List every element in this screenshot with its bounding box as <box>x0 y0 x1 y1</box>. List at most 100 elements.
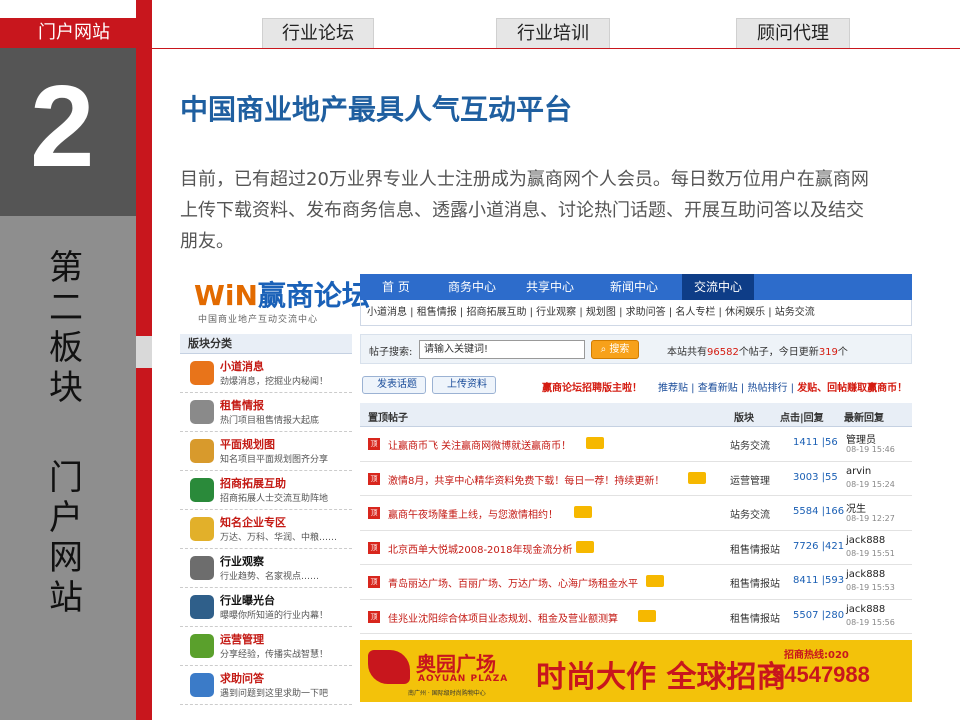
last-reply-time: 08-19 15:46 <box>846 445 895 454</box>
new-badge-icon <box>576 540 594 553</box>
new-badge-icon <box>586 437 604 449</box>
moderator-recruit-link[interactable]: 赢商论坛招聘版主啦！ <box>542 379 642 394</box>
forum-sub-nav[interactable]: 小道消息 | 租售情报 | 招商拓展互助 | 行业观察 | 规划图 | 求助问答… <box>360 300 912 326</box>
board-title[interactable]: 求助问答 <box>220 670 264 686</box>
sidebar-board-item[interactable]: 行业曝光台 曝曝你所知道的行业内幕！ <box>180 588 352 627</box>
table-row[interactable]: 顶让赢商币飞 关注赢商网微博就送赢商币！ 站务交流 1411 |56 管理员 08-19… <box>360 427 912 462</box>
board-title[interactable]: 小道消息 <box>220 358 264 374</box>
search-input[interactable]: 请输入关键词! <box>419 340 585 359</box>
header-last-reply: 最新回复 <box>844 413 884 424</box>
table-row[interactable]: 顶青岛丽达广场、百丽广场、万达广场、心海广场租金水平 租售情报站 8411 |593… <box>360 565 912 600</box>
nav-business[interactable]: 商务中心 <box>448 274 496 300</box>
board-description: 劲爆消息，挖掘业内秘闻！ <box>220 377 329 387</box>
post-title[interactable]: 佳兆业沈阳综合体项目业态规划、租金及营业额测算 <box>388 610 618 625</box>
last-reply-user[interactable]: 况生 <box>846 500 866 515</box>
plaza-name: 奥园广场 <box>416 652 496 676</box>
table-header: 置顶帖子 版块 点击|回复 最新回复 <box>360 403 912 427</box>
post-board[interactable]: 租售情报站 <box>730 575 780 590</box>
board-description: 行业趋势、名家视点…… <box>220 572 320 582</box>
board-category-sidebar: 版块分类 小道消息 劲爆消息，挖掘业内秘闻！ 租售情报 热门项目租售情报大起底 平面规划… <box>180 334 352 706</box>
tab-portal[interactable]: 门户网站 <box>0 18 136 48</box>
tab-training[interactable]: 行业培训 <box>496 18 610 48</box>
last-reply-user[interactable]: arvin <box>846 466 871 477</box>
last-reply-time: 08-19 12:27 <box>846 514 895 523</box>
board-description: 招商拓展人士交流互助阵地 <box>220 494 329 504</box>
sidebar-board-item[interactable]: 小道消息劲爆消息，挖掘业内秘闻！ <box>180 354 352 393</box>
last-reply-user[interactable]: jack888 <box>846 604 885 615</box>
plaza-logo: 奥园广场 AOYUAN PLAZA 南广州 · 国际级时尚购物中心 <box>368 646 518 697</box>
nav-exchange[interactable]: 交流中心 <box>682 274 755 300</box>
post-title[interactable]: 赢商午夜场隆重上线，与您激情相约！ <box>388 506 558 521</box>
sidebar-board-item[interactable]: 租售情报 热门项目租售情报大起底 <box>180 393 352 432</box>
table-row[interactable]: 顶北京西单大悦城2008-2018年现金流分析 租售情报站 7726 |421 jac… <box>360 531 912 565</box>
post-title[interactable]: 青岛丽达广场、百丽广场、万达广场、心海广场租金水平 <box>388 575 638 590</box>
upload-button[interactable]: 上传资料 <box>432 376 496 394</box>
board-icon <box>190 517 214 541</box>
hotline-label: 招商热线:020 <box>784 650 849 661</box>
sidebar-board-item[interactable]: 平面规划图知名项目平面规划图齐分享 <box>180 432 352 471</box>
quick-links[interactable]: 推荐贴 | 查看新贴 | 热帖排行 | 发贴、回帖赚取赢商币！ <box>658 379 907 394</box>
nav-home[interactable]: 首 页 <box>382 274 410 300</box>
post-board[interactable]: 租售情报站 <box>730 541 780 556</box>
post-counts: 3003 |55 <box>793 471 838 483</box>
post-counts: 8411 |593 <box>793 575 845 586</box>
earn-coins-link[interactable]: 发贴、回帖赚取赢商币！ <box>797 383 907 394</box>
board-title[interactable]: 平面规划图 <box>220 436 275 452</box>
board-title[interactable]: 租售情报 <box>220 397 264 413</box>
banner-slogan: 时尚大作 全球招商 <box>536 660 787 695</box>
board-icon <box>190 556 214 580</box>
stats-total: 96582 <box>707 347 739 358</box>
board-title[interactable]: 运营管理 <box>220 631 264 647</box>
table-row[interactable]: 顶赢商午夜场隆重上线，与您激情相约！ 站务交流 5584 |166 况生 08-19 1… <box>360 496 912 531</box>
board-icon <box>190 361 214 385</box>
post-board[interactable]: 站务交流 <box>730 437 770 452</box>
post-topic-button[interactable]: 发表话题 <box>362 376 426 394</box>
board-icon <box>190 478 214 502</box>
logo-mark: WiN <box>194 279 258 312</box>
board-title[interactable]: 知名企业专区 <box>220 514 286 530</box>
table-row[interactable]: 顶激情8月，共享中心精华资料免费下载！每日一荐！持续更新！ 运营管理 3003 |5… <box>360 462 912 496</box>
board-description: 遇到问题到这里求助一下吧 <box>220 689 329 699</box>
tab-consulting[interactable]: 顾问代理 <box>736 18 850 48</box>
board-description: 知名项目平面规划图齐分享 <box>220 455 329 465</box>
last-reply-user[interactable]: 管理员 <box>846 431 876 446</box>
logo-name: 赢商论坛 <box>257 279 370 312</box>
nav-news[interactable]: 新闻中心 <box>610 274 658 300</box>
board-title[interactable]: 行业曝光台 <box>220 592 275 608</box>
sidebar-board-item[interactable]: 招商拓展互助招商拓展人士交流互助阵地 <box>180 471 352 510</box>
action-bar: 发表话题 上传资料 赢商论坛招聘版主啦！ 推荐贴 | 查看新贴 | 热帖排行 |… <box>360 374 912 396</box>
sidebar-board-item[interactable]: 运营管理 分享经验，传播实战智慧！ <box>180 627 352 666</box>
sidebar-board-item[interactable]: 知名企业专区 万达、万科、华润、中粮…… <box>180 510 352 549</box>
post-title[interactable]: 让赢商币飞 关注赢商网微博就送赢商币！ <box>388 437 571 452</box>
post-title[interactable]: 北京西单大悦城2008-2018年现金流分析 <box>388 541 573 556</box>
board-title[interactable]: 行业观察 <box>220 553 264 569</box>
last-reply-time: 08-19 15:53 <box>846 583 895 592</box>
last-reply-user[interactable]: jack888 <box>846 569 885 580</box>
tab-forum[interactable]: 行业论坛 <box>262 18 374 48</box>
section-name-char: 站 <box>49 578 83 618</box>
last-reply-user[interactable]: jack888 <box>846 535 885 546</box>
plaza-subtitle: 南广州 · 国际级时尚购物中心 <box>408 690 486 697</box>
ad-banner[interactable]: 奥园广场 AOYUAN PLAZA 南广州 · 国际级时尚购物中心 时尚大作 全… <box>360 640 912 702</box>
sidebar-board-item[interactable]: 行业观察行业趋势、名家视点…… <box>180 549 352 588</box>
post-title[interactable]: 激情8月，共享中心精华资料免费下载！每日一荐！持续更新！ <box>388 472 664 487</box>
post-board[interactable]: 站务交流 <box>730 506 770 521</box>
nav-share[interactable]: 共享中心 <box>526 274 574 300</box>
quick-links-text[interactable]: 推荐贴 | 查看新贴 | 热帖排行 | <box>658 383 797 394</box>
sticky-icon: 顶 <box>368 438 380 450</box>
post-counts: 5507 |280 <box>793 609 845 621</box>
board-title[interactable]: 招商拓展互助 <box>220 475 286 491</box>
post-counts: 1411 |56 <box>793 437 838 448</box>
post-board[interactable]: 租售情报站 <box>730 610 780 625</box>
section-title-char: 板 <box>49 328 83 368</box>
board-icon <box>190 400 214 424</box>
board-icon <box>190 634 214 658</box>
section-number: 2 <box>30 61 95 191</box>
page-headline: 中国商业地产最具人气互动平台 <box>180 93 573 126</box>
site-stats: 本站共有96582个帖子，今日更新319个 <box>667 343 848 358</box>
post-board[interactable]: 运营管理 <box>730 472 770 487</box>
sidebar-board-item[interactable]: 求助问答遇到问题到这里求助一下吧 <box>180 666 352 705</box>
table-row[interactable]: 顶佳兆业沈阳综合体项目业态规划、租金及营业额测算 租售情报站 5507 |280 ja… <box>360 600 912 634</box>
search-button[interactable]: ⌕ 搜索 <box>591 340 639 359</box>
forum-logo[interactable]: WiN赢商论坛 中国商业地产互动交流中心 <box>194 274 370 325</box>
